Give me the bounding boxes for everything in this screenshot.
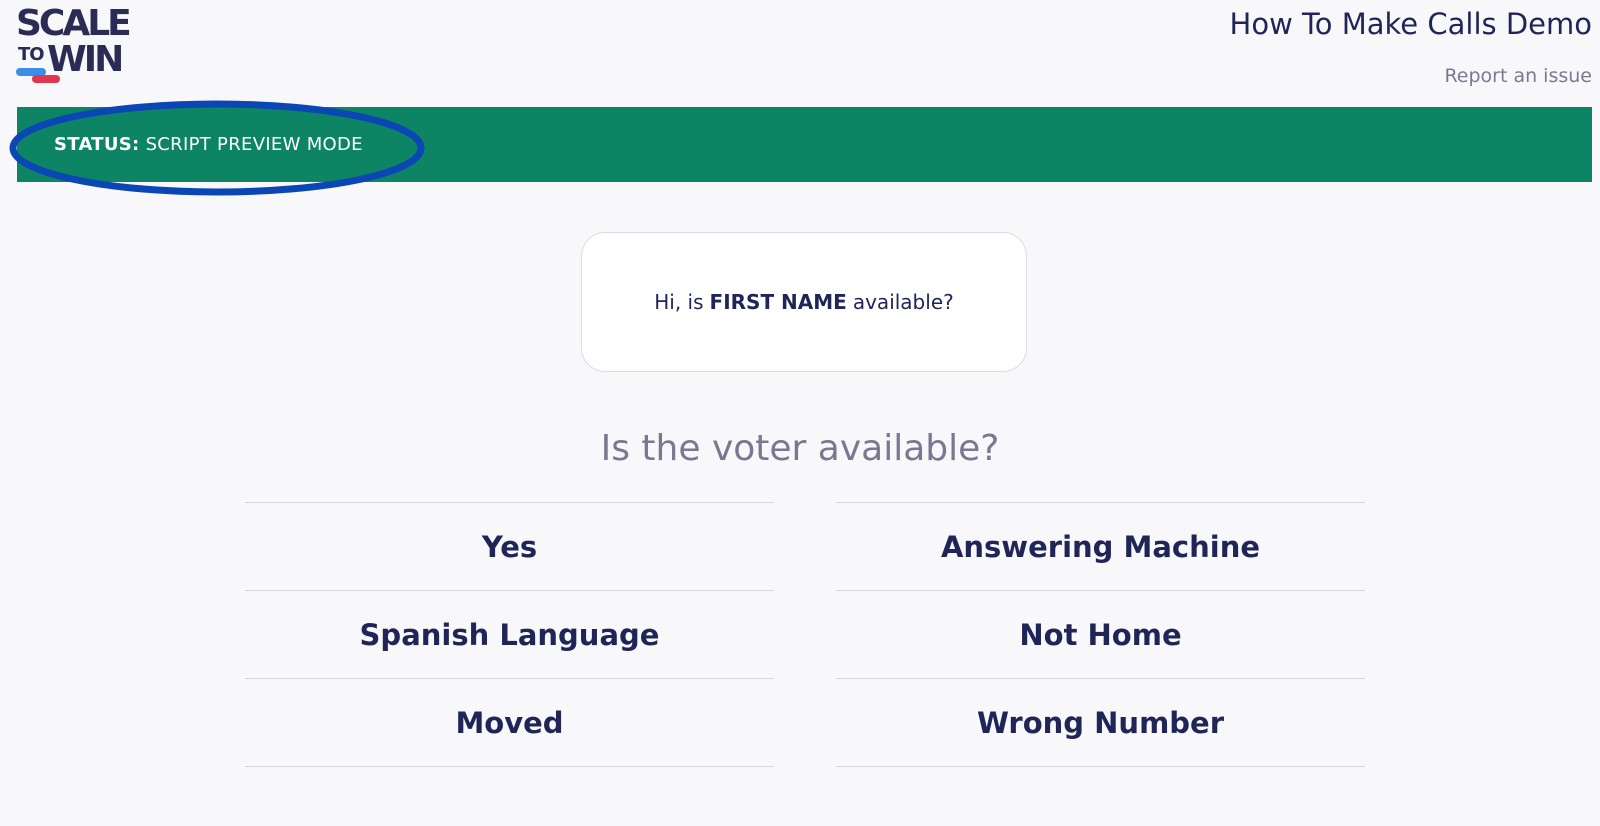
script-card: Hi, is FIRST NAME available?	[581, 232, 1027, 372]
script-prefix: Hi, is	[654, 290, 704, 314]
highlight-ellipse	[9, 100, 425, 196]
app-title: How To Make Calls Demo	[1229, 7, 1592, 41]
answer-wrong-number-button[interactable]: Wrong Number	[836, 678, 1365, 767]
answer-spanish-language-button[interactable]: Spanish Language	[245, 590, 774, 678]
question-heading: Is the voter available?	[600, 428, 1000, 469]
answer-moved-button[interactable]: Moved	[245, 678, 774, 767]
answer-column-right: Answering Machine Not Home Wrong Number	[836, 502, 1365, 767]
answer-column-left: Yes Spanish Language Moved	[245, 502, 774, 767]
report-issue-link[interactable]: Report an issue	[1444, 64, 1592, 88]
answer-not-home-button[interactable]: Not Home	[836, 590, 1365, 678]
answer-yes-button[interactable]: Yes	[245, 502, 774, 590]
scale-to-win-logo: SCALE TO WIN	[16, 6, 146, 84]
speech-bubbles-icon	[16, 68, 60, 83]
logo-text-to: TO	[18, 44, 45, 65]
script-suffix: available?	[852, 290, 954, 314]
logo-text-scale: SCALE	[16, 3, 132, 44]
script-placeholder: FIRST NAME	[709, 290, 847, 314]
answer-answering-machine-button[interactable]: Answering Machine	[836, 502, 1365, 590]
